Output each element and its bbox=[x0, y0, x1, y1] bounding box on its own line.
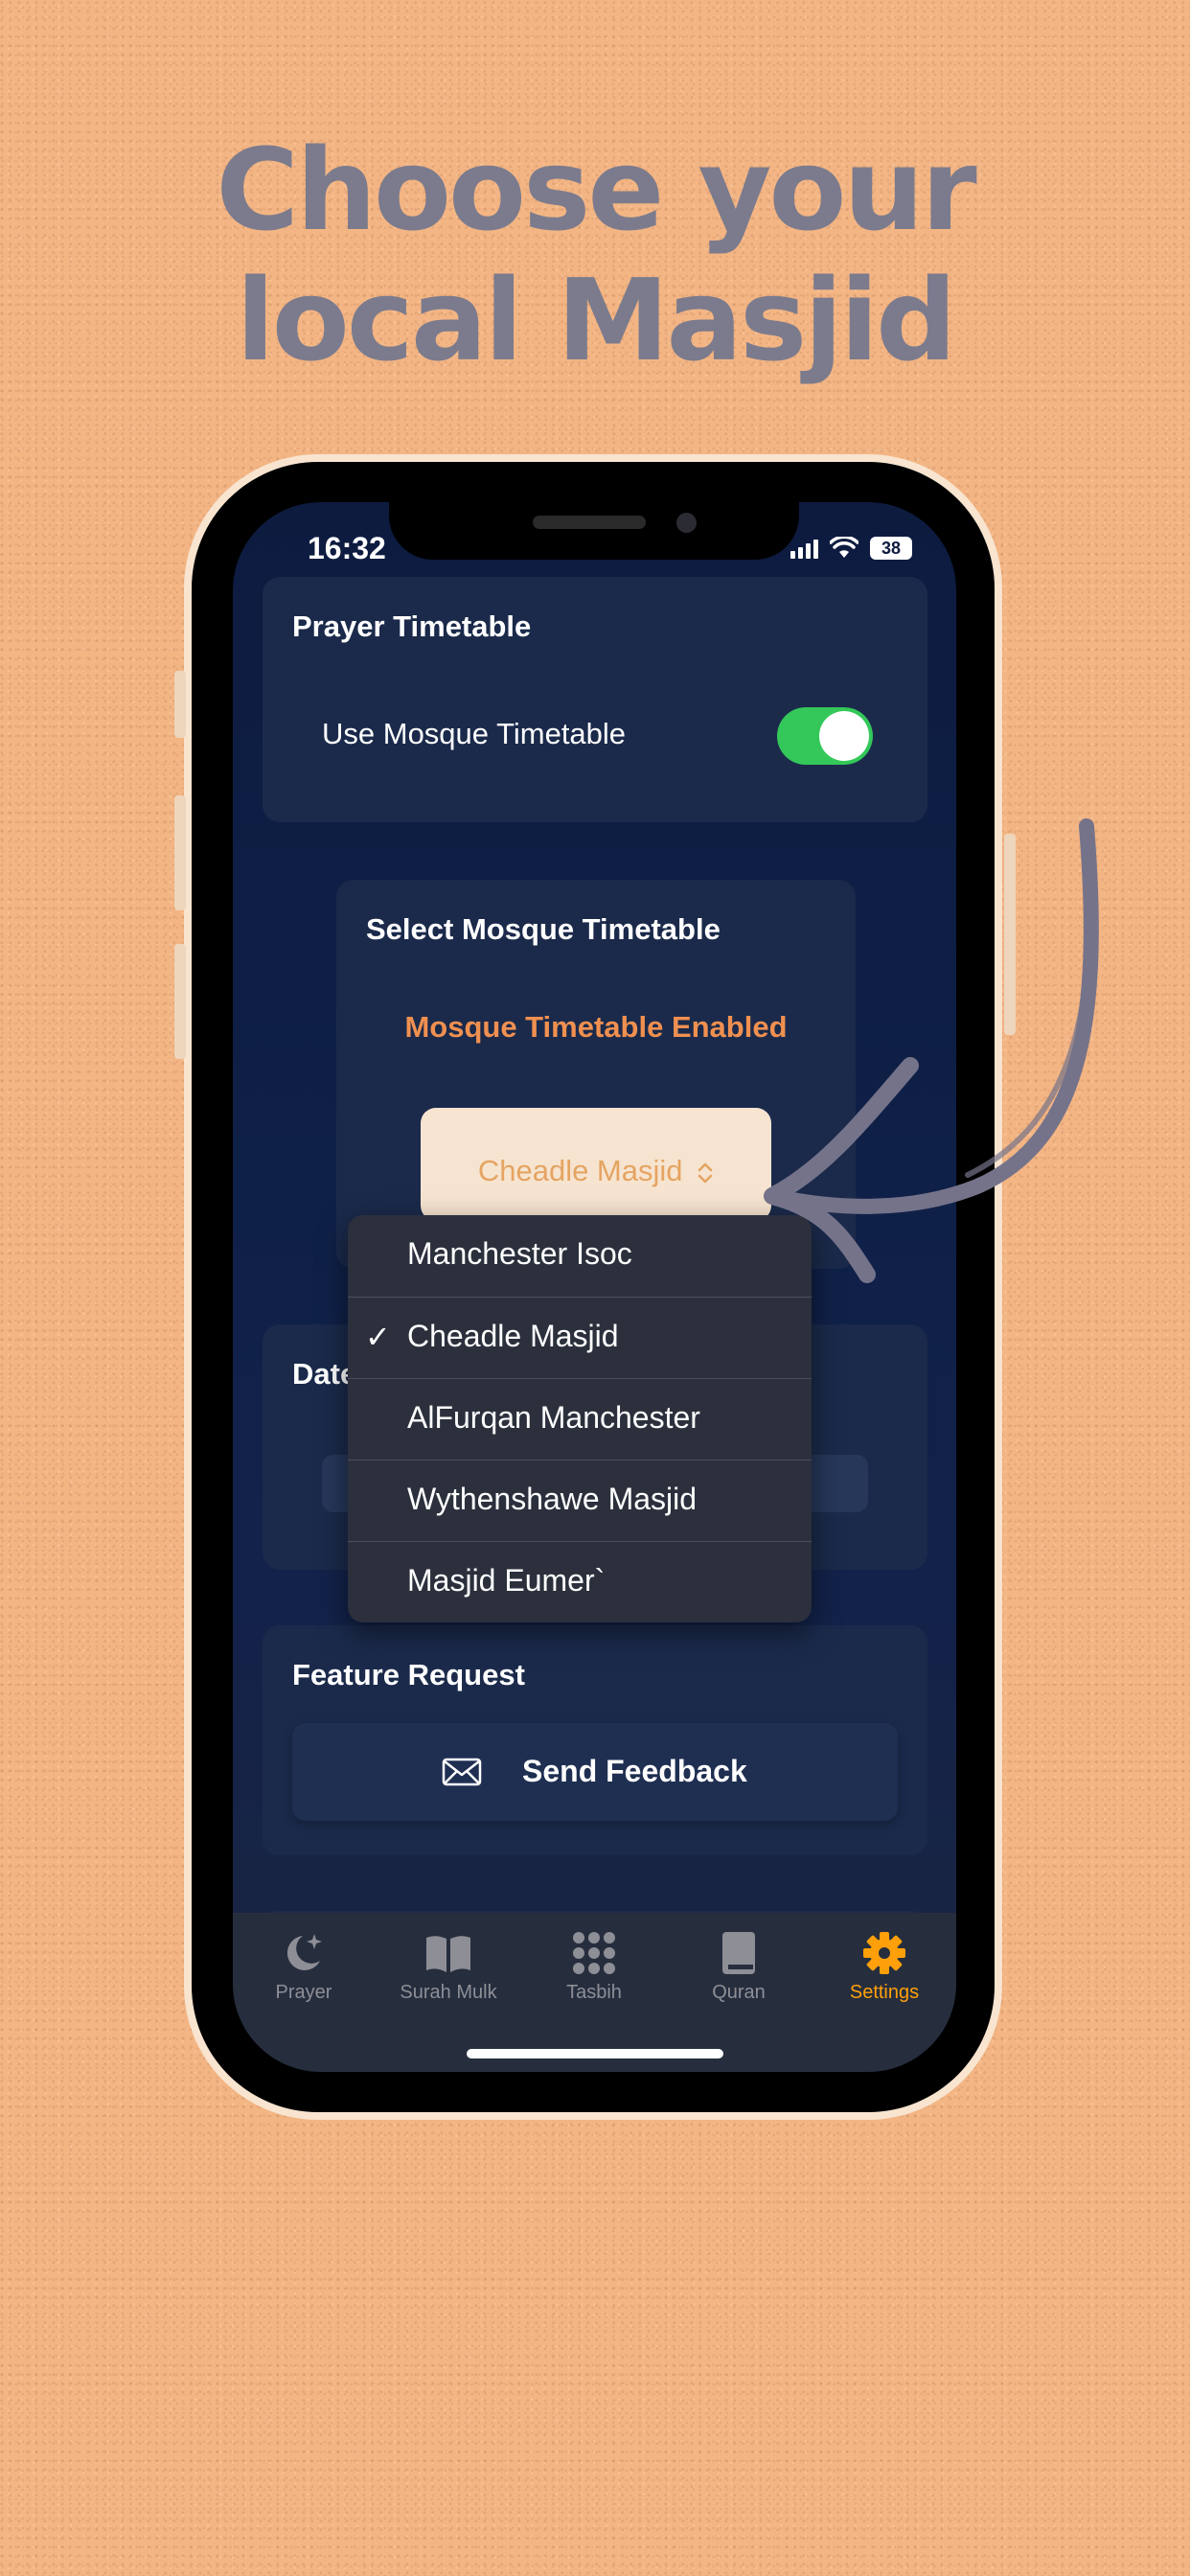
mosque-picker-button[interactable]: Cheadle Masjid bbox=[421, 1108, 771, 1221]
gear-icon bbox=[863, 1932, 905, 1974]
volume-down-button bbox=[174, 944, 186, 1059]
headline-line-1: Choose your bbox=[216, 124, 976, 256]
checkmark-icon: ✓ bbox=[365, 1320, 391, 1354]
mute-switch bbox=[174, 671, 186, 738]
power-button bbox=[1004, 834, 1016, 1035]
book-open-icon bbox=[426, 1936, 470, 1972]
status-time: 16:32 bbox=[308, 531, 386, 565]
headline-line-2: local Masjid bbox=[236, 254, 956, 386]
moon-stars-icon bbox=[286, 1934, 322, 1970]
option-label: Masjid Eumer` bbox=[407, 1563, 606, 1598]
notch bbox=[389, 502, 799, 560]
dropdown-option-alfurqan-manchester[interactable]: AlFurqan Manchester bbox=[348, 1378, 812, 1460]
tab-label: Quran bbox=[712, 1982, 766, 2003]
front-camera bbox=[676, 513, 697, 533]
option-label: Manchester Isoc bbox=[407, 1236, 632, 1271]
dropdown-option-masjid-eumer[interactable]: Masjid Eumer` bbox=[348, 1541, 812, 1622]
volume-up-button bbox=[174, 795, 186, 910]
prayer-timetable-card: Prayer Timetable Use Mosque Timetable bbox=[263, 577, 927, 822]
book-closed-icon bbox=[722, 1932, 755, 1974]
signal-icon bbox=[790, 538, 818, 559]
wifi-icon bbox=[830, 537, 858, 558]
tab-prayer[interactable]: Prayer bbox=[246, 1930, 361, 2004]
use-mosque-timetable-toggle[interactable] bbox=[777, 707, 873, 765]
feature-request-title: Feature Request bbox=[292, 1658, 525, 1691]
battery-icon: 38 bbox=[870, 537, 912, 560]
dropdown-option-manchester-isoc[interactable]: Manchester Isoc bbox=[348, 1215, 812, 1297]
use-mosque-timetable-label: Use Mosque Timetable bbox=[322, 717, 627, 750]
dropdown-option-wythenshawe-masjid[interactable]: Wythenshawe Masjid bbox=[348, 1460, 812, 1541]
home-indicator bbox=[467, 2049, 723, 2058]
option-label: Wythenshawe Masjid bbox=[407, 1482, 698, 1516]
mosque-picker-value: Cheadle Masjid bbox=[477, 1154, 683, 1187]
tab-label: Tasbih bbox=[566, 1982, 622, 2003]
tab-label: Prayer bbox=[275, 1982, 332, 2003]
tab-settings[interactable]: Settings bbox=[827, 1930, 942, 2004]
select-mosque-title: Select Mosque Timetable bbox=[366, 912, 721, 946]
phone-screen: 16:32 38 Prayer Timetable Use Mosque Tim… bbox=[233, 502, 956, 2072]
mosque-status-text: Mosque Timetable Enabled bbox=[404, 1010, 788, 1044]
tab-surah-mulk[interactable]: Surah Mulk bbox=[391, 1930, 506, 2004]
send-feedback-button[interactable]: Send Feedback bbox=[292, 1723, 898, 1821]
tab-quran[interactable]: Quran bbox=[681, 1930, 796, 2004]
tab-label: Surah Mulk bbox=[400, 1982, 497, 2003]
chevron-up-down-icon bbox=[698, 1162, 713, 1184]
mosque-dropdown-menu: Manchester Isoc ✓ Cheadle Masjid AlFurqa… bbox=[348, 1215, 812, 1622]
send-feedback-label: Send Feedback bbox=[522, 1754, 747, 1788]
grid-dots-icon bbox=[573, 1932, 615, 1974]
prayer-timetable-title: Prayer Timetable bbox=[292, 610, 532, 643]
option-label: Cheadle Masjid bbox=[407, 1319, 619, 1353]
dropdown-option-cheadle-masjid[interactable]: ✓ Cheadle Masjid bbox=[348, 1297, 812, 1378]
tab-tasbih[interactable]: Tasbih bbox=[537, 1930, 652, 2004]
envelope-icon bbox=[442, 1758, 482, 1786]
headline: Choose your local Masjid bbox=[0, 125, 1190, 385]
toggle-knob bbox=[819, 711, 869, 761]
option-label: AlFurqan Manchester bbox=[407, 1400, 700, 1435]
speaker bbox=[533, 516, 646, 529]
status-icons: 38 bbox=[790, 537, 912, 560]
tab-label: Settings bbox=[849, 1982, 920, 2003]
